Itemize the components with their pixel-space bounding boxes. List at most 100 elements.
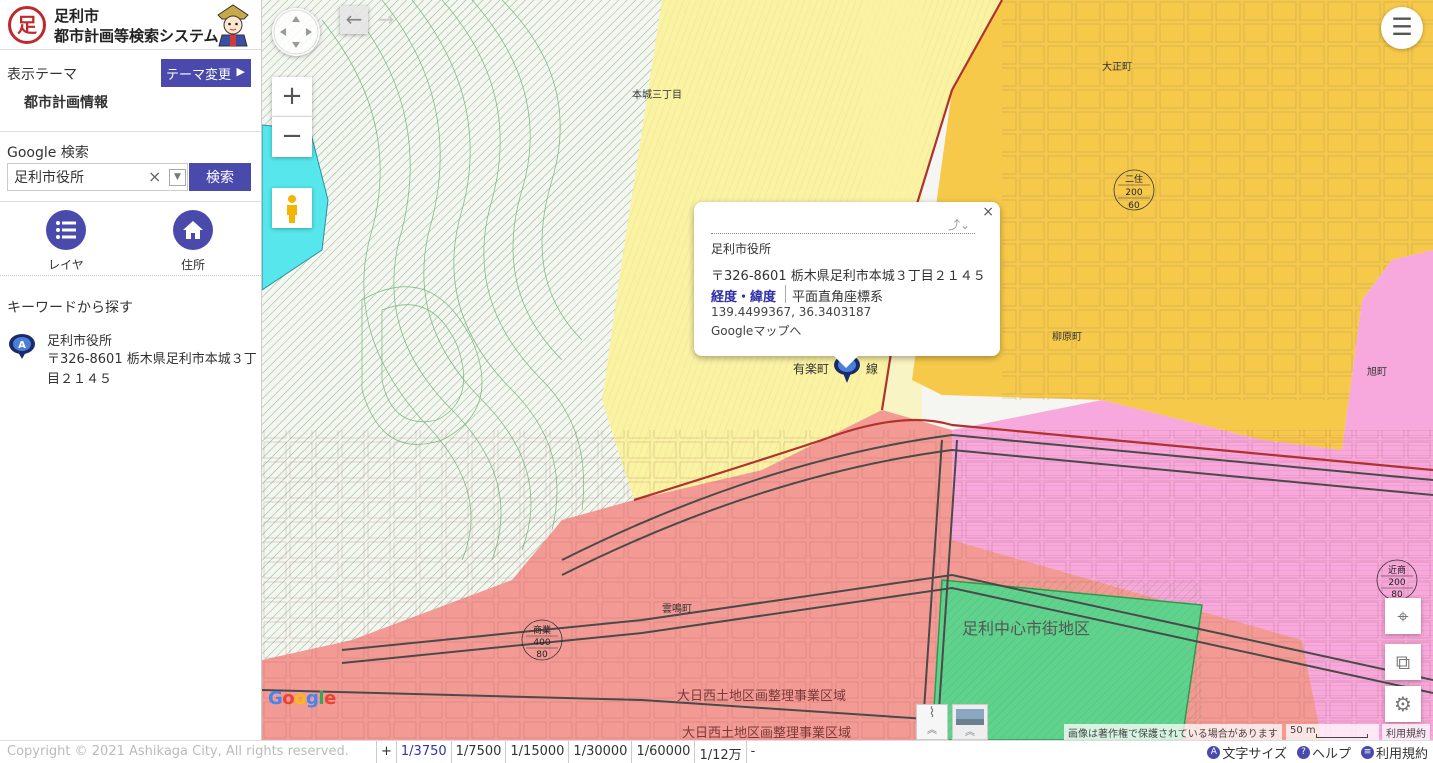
paperclip-icon[interactable]: ⌇ ︽ [916,704,948,740]
google-maps-link[interactable]: Googleマップへ [711,322,801,339]
scale-selector: + 1/3750 1/7500 1/15000 1/30000 1/60000 … [376,741,759,763]
search-label: Google 検索 [7,145,89,161]
scale-bar [1316,734,1368,738]
zoom-in-button[interactable]: + [272,77,312,117]
scale-option-7500[interactable]: 1/7500 [450,741,506,763]
zone-badge-type: 近商 [1388,564,1406,576]
pegman-icon[interactable] [272,188,312,228]
district-label: 足利中心市街地区 [962,619,1090,638]
terms-link[interactable]: ≡ 利用規約 [1360,743,1428,762]
scale-option-3750[interactable]: 1/3750 [395,741,451,763]
chevron-down-icon[interactable]: ▼ [169,169,186,186]
font-size-link[interactable]: A 文字サイズ [1207,743,1287,762]
hamburger-menu-icon[interactable]: ☰ [1381,7,1423,49]
zone-badge-bcr: 60 [1128,201,1140,211]
list-icon [46,210,86,250]
keyword-search-label: キーワードから探す [7,300,133,316]
scale-option-60000[interactable]: 1/60000 [631,741,694,763]
copyright: Copyright © 2021 Ashikaga City, All righ… [7,744,349,759]
area-label-yarakucho: 有楽町 [793,362,829,376]
forward-arrow-icon[interactable]: → [372,6,400,34]
help-label: ヘルプ [1311,747,1351,762]
area-label-kumochi: 雲鳴町 [662,602,692,615]
search-input[interactable] [14,168,144,186]
help-link[interactable]: ? ヘルプ [1296,743,1351,762]
map-scale: 50 m [1286,724,1379,740]
map-layer: 二住 200 60 商業 400 80 近商 200 80 本城三丁目 大正町 … [262,0,1433,740]
crosshair-icon[interactable]: ⌖ [1385,598,1421,634]
zoom-minus-button[interactable]: - [745,741,760,763]
layer-label: レイヤ [48,258,84,272]
play-arrow-icon: ▶ [236,65,245,78]
zone-badge-far: 200 [1125,188,1142,198]
theme-section: 表示テーマ テーマ変更 ▶ 都市計画情報 [0,50,261,132]
address-label: 住所 [180,258,205,272]
terms-icon: ≡ [1360,746,1374,759]
tab-lnglat[interactable]: 経度・緯度 [711,286,776,305]
layers-icon[interactable]: ⧉ [1385,644,1421,680]
mascot-icon [217,4,249,47]
logo-bar: 足 足利市 都市計画等検索システム [0,0,261,50]
font-size-icon: A [1207,746,1221,759]
close-icon[interactable]: × [982,204,994,220]
google-logo: Google [268,688,336,709]
zone-badge-type: 商業 [533,624,551,636]
map-terms-link[interactable]: 利用規約 [1382,724,1430,740]
share-icon[interactable]: ⤴⌄ [948,216,970,233]
theme-label: 表示テーマ [7,67,77,83]
imagery-thumbnail[interactable]: ︽ [952,704,988,740]
tab-separator [785,285,786,303]
land-adjust-label-1: 大日西土地区画整理事業区域 [677,688,846,704]
zone-badge-far: 200 [1388,578,1405,588]
app-title-system: 都市計画等検索システム [54,27,219,45]
tool-section: レイヤ 住所 [0,202,261,276]
theme-change-button[interactable]: テーマ変更 ▶ [161,59,251,87]
font-size-label: 文字サイズ [1222,747,1287,762]
app-title-city: 足利市 [54,7,100,25]
area-label-honjo3: 本城三丁目 [632,88,682,101]
zoom-plus-button[interactable]: + [376,741,396,763]
scale-option-30000[interactable]: 1/30000 [568,741,631,763]
back-arrow-icon[interactable]: ← [340,6,368,34]
zoom-out-button[interactable]: − [272,117,312,157]
map-scale-label: 50 m [1290,725,1316,736]
land-adjust-label-2: 大日西土地区画整理事業区域 [682,725,851,740]
city-seal-logo: 足 [8,6,46,44]
info-address: 〒326-8601 栃木県足利市本城３丁目２１４５ [711,269,986,284]
layer-button[interactable]: レイヤ [36,210,96,273]
road-label-sen: 線 [866,361,878,376]
area-label-asahi: 旭町 [1367,366,1387,378]
map-attribution: 画像は著作権で保護されている場合があります [1064,724,1282,740]
info-place-name: 足利市役所 [711,242,772,256]
result-address: 〒326-8601 栃木県足利市本城３丁目２１４５ [47,352,257,387]
map-canvas[interactable]: 二住 200 60 商業 400 80 近商 200 80 本城三丁目 大正町 … [262,0,1433,740]
info-coordinates: 139.4499367, 36.3403187 [711,305,872,319]
scale-option-120000[interactable]: 1/12万 [694,741,745,763]
clear-icon[interactable]: × [148,167,161,186]
info-window: × ⤴⌄ 足利市役所 〒326-8601 栃木県足利市本城３丁目２１４５ 経度・… [694,202,1000,368]
sidebar: 足 足利市 都市計画等検索システム 表示テーマ テーマ変更 ▶ 都市計画情報 Go… [0,0,262,740]
pan-control[interactable] [272,8,320,56]
home-icon [173,210,213,250]
zone-badge-bcr: 80 [536,650,548,660]
scale-option-15000[interactable]: 1/15000 [505,741,568,763]
tab-plane-coords[interactable]: 平面直角座標系 [792,286,883,305]
terms-label: 利用規約 [1375,747,1428,762]
footer-links: A 文字サイズ ? ヘルプ ≡ 利用規約 [1197,743,1428,762]
pan-arrows-icon [273,9,319,55]
search-box: × ▼ [7,163,188,191]
bottom-bar: Copyright © 2021 Ashikaga City, All righ… [0,740,1433,763]
current-theme: 都市計画情報 [24,95,108,111]
theme-change-label: テーマ変更 [166,67,232,83]
zone-badge-type: 二住 [1125,173,1143,185]
result-marker-letter: A [18,340,26,351]
gear-icon[interactable]: ⚙ [1385,686,1421,722]
zone-badge-far: 400 [533,638,550,648]
area-label-yanagihara: 柳原町 [1052,330,1082,343]
marker-pin-icon: A [9,334,35,359]
search-button[interactable]: 検索 [189,163,251,191]
svg-text:︽: ︽ [965,727,975,738]
help-icon: ? [1296,746,1310,759]
address-button[interactable]: 住所 [163,210,223,273]
search-section: Google 検索 × ▼ 検索 [0,132,261,202]
